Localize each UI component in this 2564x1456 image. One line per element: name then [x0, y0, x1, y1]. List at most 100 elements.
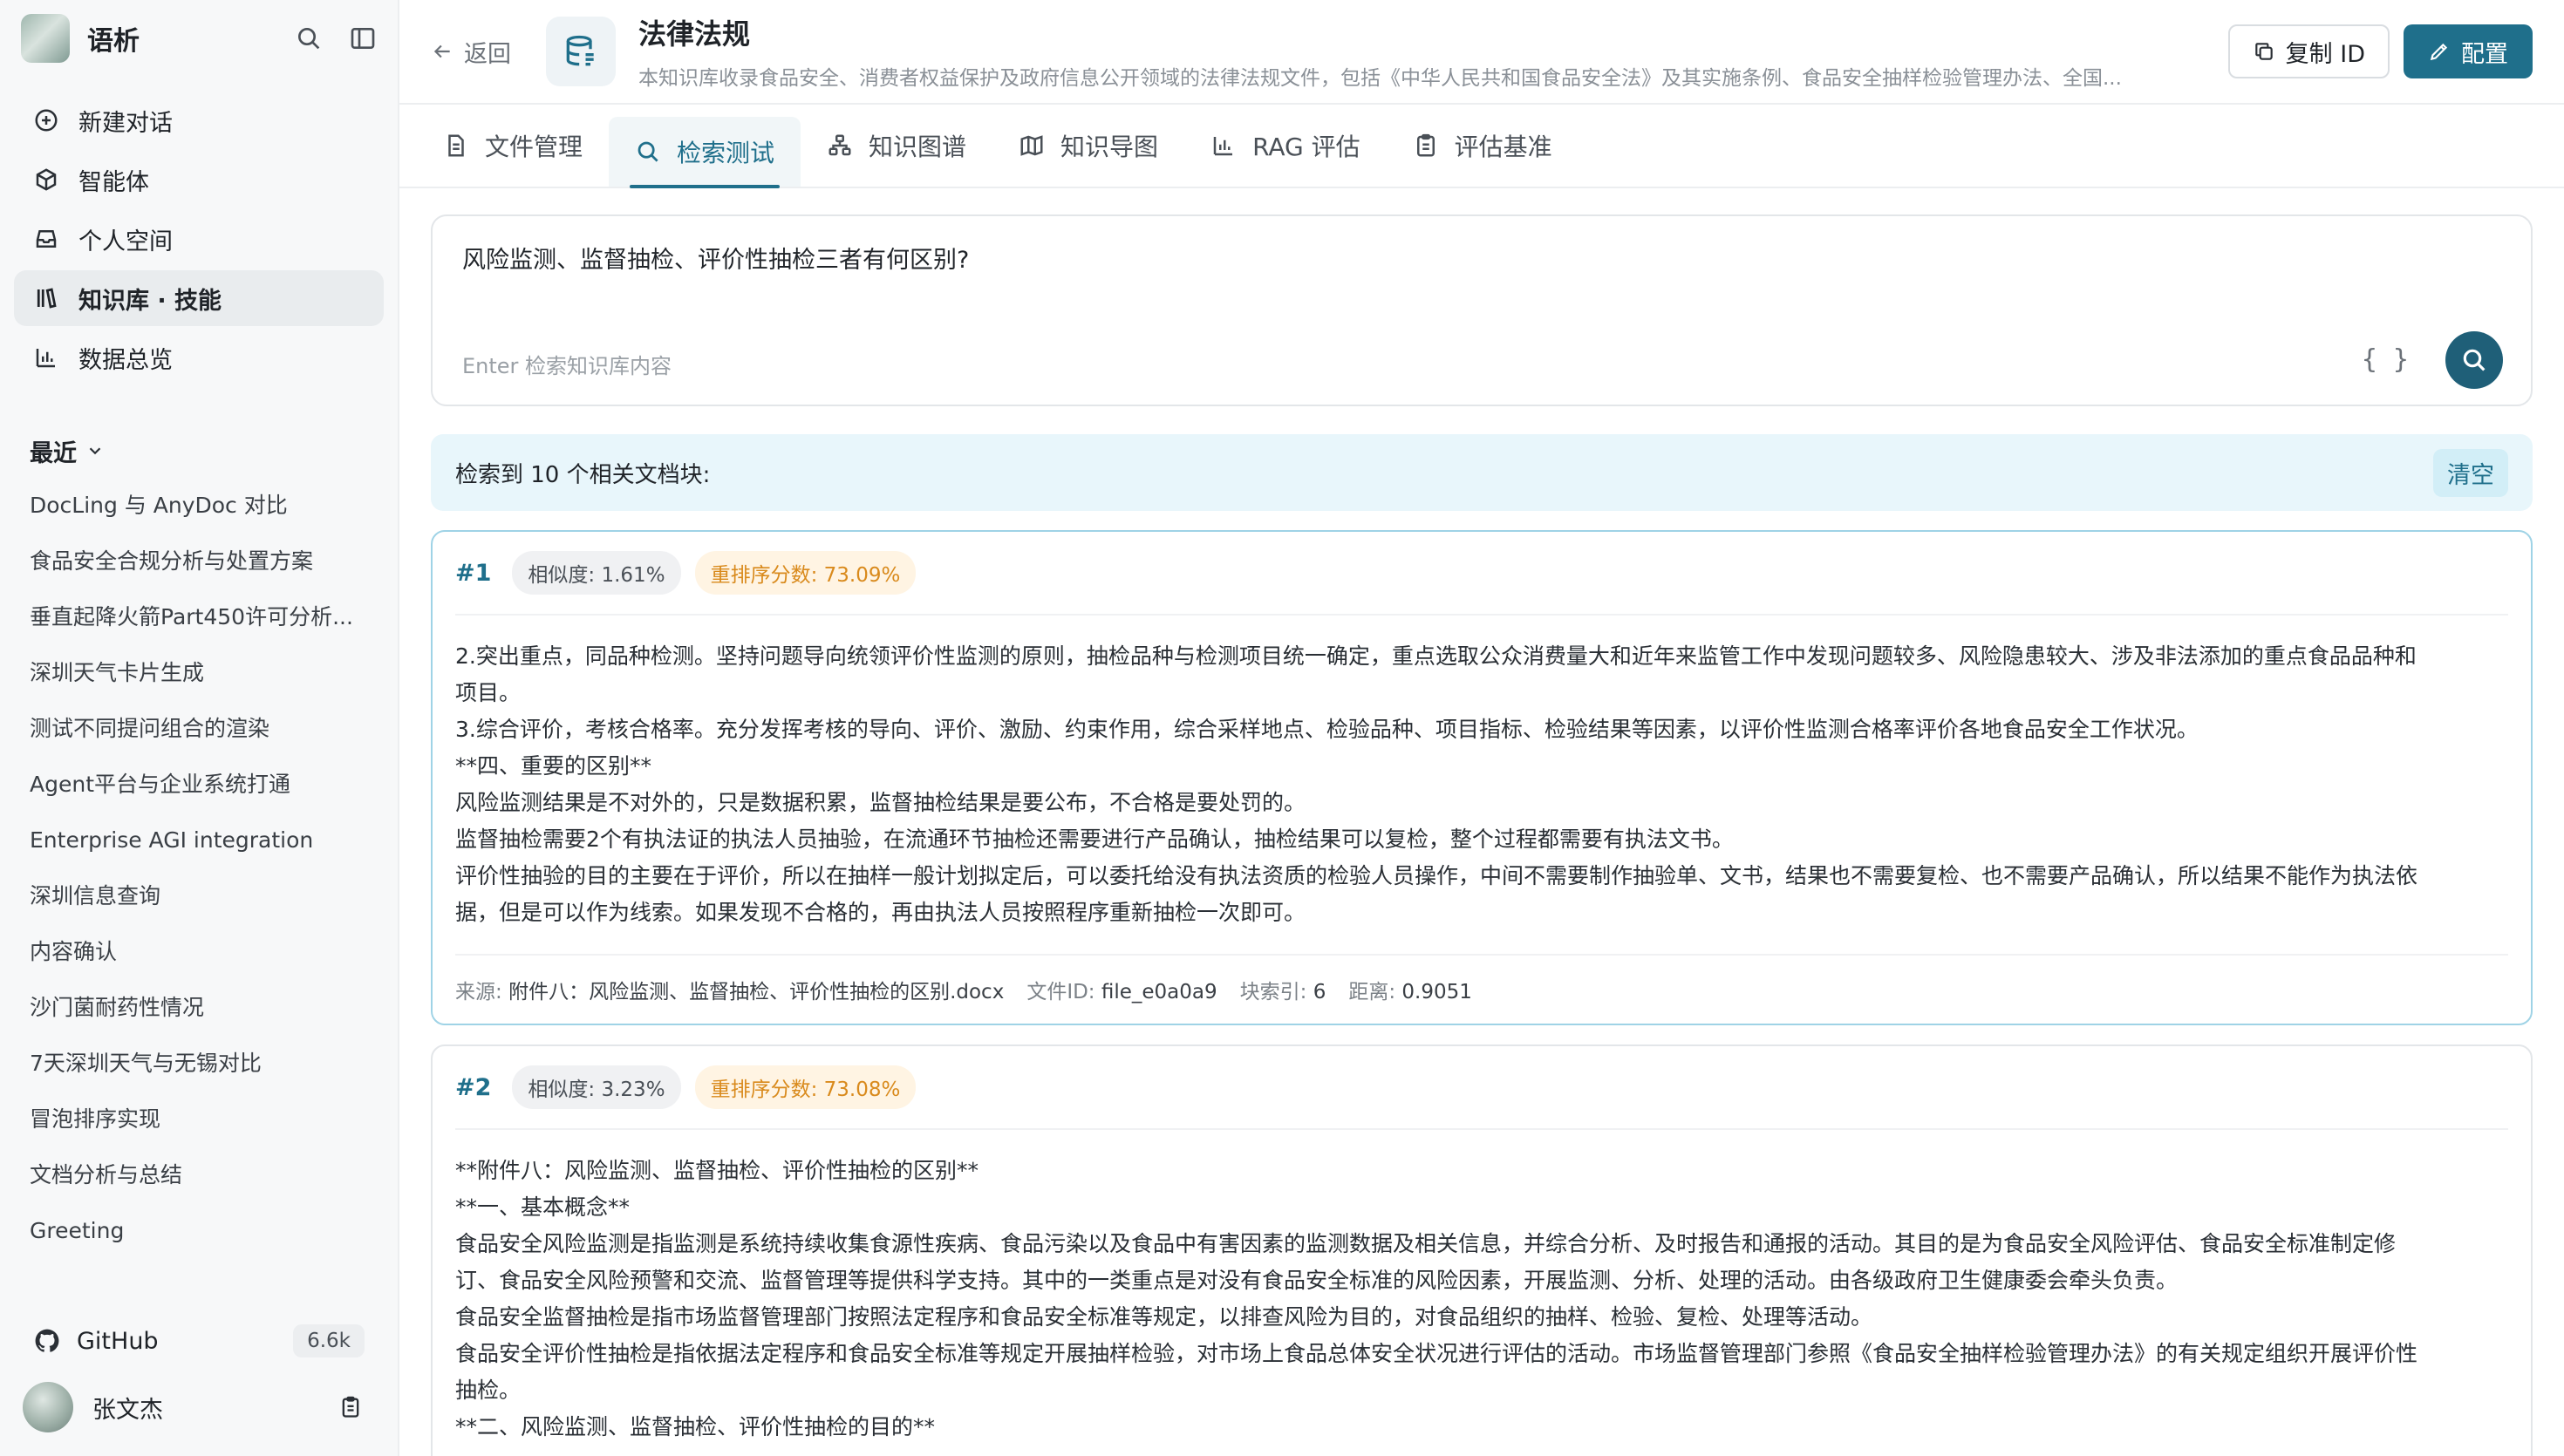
recent-item[interactable]: 文档分析与总结	[0, 1147, 398, 1203]
user-profile[interactable]: 张文杰	[14, 1371, 384, 1444]
nav-knowledge-base[interactable]: 知识库 · 技能	[14, 270, 384, 326]
pencil-icon	[2428, 40, 2451, 63]
retrieval-content: 风险监测、监督抽检、评价性抽检三者有何区别? { } 检索到 10 个相关文档块…	[399, 188, 2564, 1456]
search-button[interactable]	[2445, 331, 2503, 389]
tab-label: 知识导图	[1060, 133, 1159, 161]
tab-label: 文件管理	[485, 133, 583, 161]
recent-item[interactable]: 沙门菌耐药性情况	[0, 980, 398, 1036]
search-icon[interactable]	[295, 24, 323, 52]
recent-item[interactable]: 冒泡排序实现	[0, 1092, 398, 1147]
github-icon	[33, 1327, 61, 1355]
recent-label: 最近	[30, 439, 77, 467]
chunk-value: 6	[1313, 981, 1326, 1004]
content-line: **四、重要的区别**	[455, 753, 652, 779]
arrow-left-icon	[431, 40, 453, 63]
github-label: GitHub	[77, 1327, 159, 1355]
sidebar-nav: 新建对话 智能体 个人空间 知识库 · 技能 数据总览	[0, 77, 398, 385]
tab-retrieval-test[interactable]: 检索测试	[609, 117, 801, 188]
clipboard-icon[interactable]	[338, 1395, 363, 1419]
config-button[interactable]: 配置	[2404, 24, 2533, 78]
file-id-label: 文件ID:	[1026, 981, 1095, 1004]
content-line: 食品安全评价性抽检是指依据法定程序和食品安全标准等规定开展抽样检验，对市场上食品…	[455, 1341, 2418, 1366]
database-icon	[546, 17, 616, 86]
nav-label: 个人空间	[78, 228, 173, 255]
main-panel: 返回 法律法规 本知识库收录食品安全、消费者权益保护及政府信息公开领域的法律法规…	[399, 0, 2564, 1456]
result-rank: #1	[455, 559, 492, 587]
document-icon	[443, 133, 469, 159]
app-name: 语析	[87, 26, 140, 57]
sidebar-toggle-icon[interactable]	[349, 24, 377, 52]
query-box[interactable]: 风险监测、监督抽检、评价性抽检三者有何区别? { }	[431, 214, 2533, 406]
nav-label: 数据总览	[78, 346, 173, 374]
tab-label: 检索测试	[677, 139, 775, 167]
source-value: 附件八：风险监测、监督抽检、评价性抽检的区别.docx	[508, 981, 1005, 1004]
content-line: 食品安全风险监测是指监测是系统持续收集食源性疾病、食品污染以及食品中有害因素的监…	[455, 1231, 2397, 1256]
content-line: 食品安全监督抽检是指市场监督管理部门按照法定程序和食品安全标准等规定，以排查风险…	[455, 1304, 1873, 1330]
source-label: 来源:	[455, 981, 502, 1004]
result-card[interactable]: #1 相似度: 1.61% 重排序分数: 73.09% 2.突出重点，同品种检测…	[431, 530, 2533, 1025]
content-line: 订、食品安全风险预警和交流、监督管理等提供科学支持。其中的一类重点是对没有食品安…	[455, 1268, 2179, 1293]
tab-label: 评估基准	[1454, 133, 1552, 161]
nav-label: 新建对话	[78, 109, 173, 137]
content-line: 监督抽检需要2个有执法证的执法人员抽验，在流通环节抽检还需要进行产品确认，抽检结…	[455, 827, 1734, 852]
clear-button[interactable]: 清空	[2433, 448, 2508, 497]
sidebar-footer: GitHub 6.6k 张文杰	[0, 1311, 398, 1456]
app-logo[interactable]	[21, 14, 70, 63]
nav-personal-space[interactable]: 个人空间	[14, 211, 384, 267]
tab-knowledge-graph[interactable]: 知识图谱	[801, 105, 992, 187]
distance-label: 距离:	[1348, 981, 1396, 1004]
github-link[interactable]: GitHub 6.6k	[14, 1311, 384, 1371]
result-summary: 检索到 10 个相关文档块: 清空	[431, 434, 2533, 511]
recent-item[interactable]: 垂直起降火箭Part450许可分析...	[0, 589, 398, 645]
source-meta: 来源: 附件八：风险监测、监督抽检、评价性抽检的区别.docx	[455, 975, 1004, 1004]
recent-item[interactable]: 深圳信息查询	[0, 868, 398, 924]
tab-label: 知识图谱	[869, 133, 967, 161]
recent-item[interactable]: 食品安全合规分析与处置方案	[0, 534, 398, 589]
user-name: 张文杰	[92, 1396, 163, 1424]
library-icon	[33, 285, 63, 311]
search-input[interactable]	[462, 354, 2381, 378]
recent-item[interactable]: 测试不同提问组合的渲染	[0, 701, 398, 757]
query-text[interactable]: 风险监测、监督抽检、评价性抽检三者有何区别?	[462, 241, 2501, 275]
sidebar-header: 语析	[0, 0, 398, 77]
back-button[interactable]: 返回	[431, 35, 511, 69]
bar-chart-icon	[33, 344, 63, 371]
recent-item[interactable]: 7天深圳天气与无锡对比	[0, 1036, 398, 1092]
search-icon	[635, 139, 661, 165]
recent-item[interactable]: 深圳天气卡片生成	[0, 645, 398, 701]
tab-rag-eval[interactable]: RAG 评估	[1184, 105, 1387, 187]
recent-item[interactable]: Enterprise AGI integration	[0, 813, 398, 868]
file-id-value: file_e0a0a9	[1101, 981, 1217, 1004]
content-line: 据，但是可以作为线索。如果发现不合格的，再由执法人员按照程序重新抽检一次即可。	[455, 900, 1306, 925]
search-icon	[2460, 346, 2488, 374]
tab-eval-benchmark[interactable]: 评估基准	[1387, 105, 1579, 187]
tab-bar: 文件管理 检索测试 知识图谱 知识导图 RAG 评估 评估基准	[399, 105, 2564, 188]
nav-agents[interactable]: 智能体	[14, 152, 384, 208]
recent-item[interactable]: Agent平台与企业系统打通	[0, 757, 398, 813]
chevron-down-icon	[85, 441, 105, 460]
cube-icon	[33, 167, 63, 193]
avatar[interactable]	[23, 1382, 73, 1432]
result-content: **附件八：风险监测、监督抽检、评价性抽检的区别** **一、基本概念** 食品…	[455, 1130, 2508, 1456]
tab-knowledge-map[interactable]: 知识导图	[992, 105, 1184, 187]
tab-file-management[interactable]: 文件管理	[417, 105, 609, 187]
json-toggle-icon[interactable]: { }	[2362, 344, 2409, 375]
kb-description: 本知识库收录食品安全、消费者权益保护及政府信息公开领域的法律法规文件，包括《中华…	[638, 67, 2122, 90]
bar-chart-icon	[1210, 133, 1237, 159]
recent-item[interactable]: DocLing 与 AnyDoc 对比	[0, 478, 398, 534]
nav-label: 智能体	[78, 168, 149, 196]
nav-data-overview[interactable]: 数据总览	[14, 330, 384, 385]
sidebar: 语析 新建对话 智能体 个人空间 知识库 · 技能 数据总览 最近 DocLin…	[0, 0, 399, 1456]
tab-label: RAG 评估	[1252, 133, 1360, 161]
result-card[interactable]: #2 相似度: 3.23% 重排序分数: 73.08% **附件八：风险监测、监…	[431, 1044, 2533, 1456]
copy-id-button[interactable]: 复制 ID	[2227, 24, 2390, 78]
recent-item[interactable]: 内容确认	[0, 924, 398, 980]
rerank-badge: 重排序分数: 73.08%	[694, 1065, 917, 1109]
recent-item[interactable]: Greeting	[0, 1203, 398, 1257]
similarity-badge: 相似度: 1.61%	[512, 551, 681, 595]
page-header: 返回 法律法规 本知识库收录食品安全、消费者权益保护及政府信息公开领域的法律法规…	[399, 0, 2564, 105]
rerank-badge: 重排序分数: 73.09%	[694, 551, 917, 595]
distance-meta: 距离: 0.9051	[1348, 975, 1472, 1004]
nav-new-chat[interactable]: 新建对话	[14, 92, 384, 148]
recent-header[interactable]: 最近	[0, 429, 398, 473]
